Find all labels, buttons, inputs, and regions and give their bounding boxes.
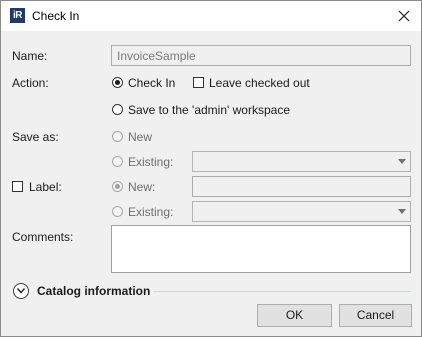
- save-as-new-radio[interactable]: [112, 131, 123, 142]
- save-to-workspace-label[interactable]: Save to the 'admin' workspace: [128, 103, 290, 117]
- comments-textarea[interactable]: [111, 225, 411, 273]
- label-existing-radio[interactable]: [112, 206, 123, 217]
- chevron-down-icon: [398, 159, 406, 164]
- save-as-existing-dropdown[interactable]: [192, 151, 411, 172]
- save-as-existing-label: Existing:: [128, 155, 174, 169]
- save-as-label: Save as:: [12, 130, 59, 144]
- chevron-down-icon: [398, 209, 406, 214]
- label-checkbox-label[interactable]: Label:: [29, 180, 62, 194]
- check-in-radio-label[interactable]: Check In: [128, 76, 175, 90]
- leave-checked-out-label[interactable]: Leave checked out: [209, 76, 310, 90]
- leave-checked-out-checkbox[interactable]: [193, 77, 204, 88]
- window-title: Check In: [32, 9, 80, 23]
- close-button[interactable]: [391, 3, 417, 29]
- save-as-new-label: New: [128, 130, 153, 144]
- label-new-label: New:: [128, 180, 156, 194]
- label-new-field[interactable]: [192, 176, 411, 197]
- label-checkbox[interactable]: [12, 181, 23, 192]
- catalog-information-title[interactable]: Catalog information: [37, 284, 150, 298]
- chevron-down-icon: [17, 288, 25, 294]
- name-label: Name:: [12, 49, 48, 63]
- ok-button[interactable]: OK: [257, 304, 332, 327]
- label-existing-label: Existing:: [128, 205, 174, 219]
- close-icon: [398, 10, 410, 22]
- save-as-existing-radio[interactable]: [112, 156, 123, 167]
- check-in-dialog: iR Check In Name: InvoiceSample Action: …: [0, 0, 422, 337]
- title-bar: iR Check In: [1, 1, 421, 31]
- section-divider: [153, 291, 411, 292]
- catalog-expand-button[interactable]: [13, 283, 29, 299]
- app-icon: iR: [10, 8, 25, 23]
- check-in-radio[interactable]: [112, 77, 123, 88]
- save-to-workspace-radio[interactable]: [112, 104, 123, 115]
- label-existing-dropdown[interactable]: [192, 201, 411, 222]
- cancel-button[interactable]: Cancel: [339, 304, 412, 327]
- comments-label: Comments:: [12, 230, 74, 244]
- action-label: Action:: [12, 76, 49, 90]
- name-field: InvoiceSample: [111, 45, 411, 66]
- label-new-radio[interactable]: [112, 181, 123, 192]
